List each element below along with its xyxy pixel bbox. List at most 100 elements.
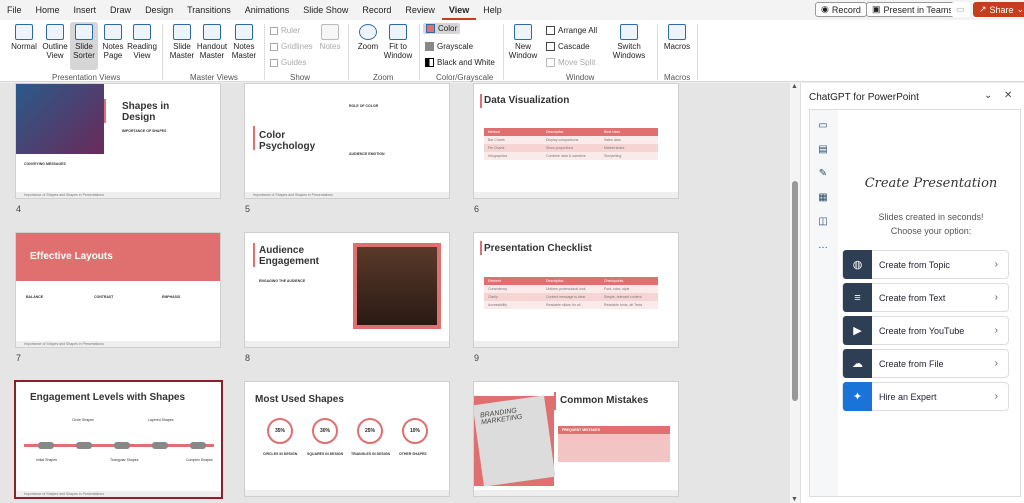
magnifier-icon [359, 24, 377, 40]
macros-button[interactable]: Macros [662, 24, 692, 51]
switch-windows-button[interactable]: Switch Windows [608, 24, 650, 60]
master-views-label: Master Views [190, 73, 238, 82]
ruler-checkbox[interactable]: Ruler [270, 26, 300, 35]
create-from-topic-button[interactable]: ◍ Create from Topic › [842, 250, 1009, 279]
divider [348, 24, 349, 80]
teams-icon: ▣ [872, 4, 881, 14]
menu-review[interactable]: Review [398, 0, 442, 20]
chevron-right-icon: › [994, 292, 998, 303]
slide-sorter-button[interactable]: Slide Sorter [70, 22, 98, 70]
note-icon[interactable]: ◫ [817, 216, 829, 228]
slide-thumbnail-5[interactable]: Color Psychology ROLE OF COLOR AUDIENCE … [244, 83, 450, 199]
color-swatch-icon [426, 24, 435, 33]
cascade-button[interactable]: Cascade [546, 42, 590, 51]
record-button[interactable]: ◉ Record [815, 2, 867, 17]
accent-bar [480, 241, 482, 255]
menu-view[interactable]: View [441, 0, 477, 20]
divider [697, 24, 698, 80]
document-icon[interactable]: ▤ [817, 144, 829, 156]
slide-subheading: IMPORTANCE OF SHAPES [122, 129, 167, 133]
accent-bar [104, 99, 106, 123]
table-header-cell: Element [488, 279, 501, 283]
normal-view-button[interactable]: Normal [9, 24, 39, 51]
gridlines-checkbox[interactable]: Gridlines [270, 42, 313, 51]
table-cell: Uniform professional look [546, 287, 586, 291]
share-button[interactable]: ↗ Share ⌄ [973, 2, 1024, 17]
create-from-youtube-button[interactable]: ▶ Create from YouTube › [842, 316, 1009, 345]
scrollbar-thumb[interactable] [792, 181, 798, 401]
outline-view-button[interactable]: Outline View [40, 24, 70, 60]
slide-master-button[interactable]: Slide Master [168, 24, 196, 60]
handout-master-button[interactable]: Handout Master [196, 24, 228, 60]
slide-thumbnail-8[interactable]: Audience Engagement ENGAGING THE AUDIENC… [244, 232, 450, 348]
move-split-button[interactable]: Move Split [546, 58, 595, 67]
arrange-all-button[interactable]: Arrange All [546, 26, 597, 35]
notes-icon [321, 24, 339, 40]
create-from-file-button[interactable]: ☁ Create from File › [842, 349, 1009, 378]
slide-number: 9 [474, 353, 480, 363]
color-button[interactable]: Color [423, 23, 461, 34]
new-window-button[interactable]: New Window [508, 24, 538, 60]
slide-thumbnail-12[interactable]: BRANDING MARKETING Common Mistakes FREQU… [473, 381, 679, 497]
menu-help[interactable]: Help [476, 0, 509, 20]
menu-slide-show[interactable]: Slide Show [296, 0, 355, 20]
pencil-icon[interactable]: ✎ [817, 168, 829, 180]
create-from-text-button[interactable]: ≡ Create from Text › [842, 283, 1009, 312]
menu-transitions[interactable]: Transitions [180, 0, 238, 20]
column-heading: EMPHASIS [162, 295, 181, 299]
slide-thumbnail-6[interactable]: Data Visualization Method Description Be… [473, 83, 679, 199]
vertical-scrollbar[interactable]: ▲ ▼ [790, 83, 800, 503]
zoom-button[interactable]: Zoom [355, 24, 381, 51]
guides-checkbox[interactable]: Guides [270, 58, 306, 67]
fit-to-window-button[interactable]: Fit to Window [382, 24, 414, 60]
branding-marketing-image: BRANDING MARKETING [474, 395, 556, 487]
menu-insert[interactable]: Insert [67, 0, 104, 20]
notes-master-button[interactable]: Notes Master [229, 24, 259, 60]
slide-thumbnail-9[interactable]: Presentation Checklist Element Descripti… [473, 232, 679, 348]
shape-heading: SQUARES IN DESIGN [307, 452, 344, 456]
slide-title: Effective Layouts [30, 251, 113, 262]
slide-footer [245, 490, 449, 496]
table-cell: Consistency [488, 287, 508, 291]
chevron-down-icon[interactable]: ⌄ [984, 90, 992, 101]
timeline-marker [76, 442, 92, 449]
scroll-down-icon[interactable]: ▼ [791, 496, 798, 503]
presentation-icon[interactable]: ▭ [817, 120, 829, 132]
reading-view-button[interactable]: Reading View [127, 24, 157, 60]
notes-button[interactable]: Notes [318, 24, 342, 51]
menu-home[interactable]: Home [29, 0, 67, 20]
slide-thumbnail-7[interactable]: Effective Layouts BALANCE CONTRAST EMPHA… [15, 232, 221, 348]
close-icon[interactable]: ✕ [1004, 90, 1012, 101]
menu-design[interactable]: Design [138, 0, 180, 20]
accent-bar [253, 243, 255, 267]
slide-number: 8 [245, 353, 251, 363]
table-cell: Market share [604, 146, 625, 150]
table-header-cell: Description [546, 130, 564, 134]
image-icon[interactable]: ▦ [817, 192, 829, 204]
accent-bar [554, 392, 556, 410]
more-icon[interactable]: … [817, 240, 829, 252]
accent-bar [253, 126, 255, 150]
comments-button[interactable]: ▭ [951, 2, 970, 17]
present-in-teams-button[interactable]: ▣ Present in Teams [866, 2, 959, 17]
window-label: Window [566, 73, 595, 82]
slide-thumbnail-11[interactable]: Most Used Shapes 35% 30% 25% 10% CIRCLES… [244, 381, 450, 497]
slide-thumbnail-10[interactable]: Engagement Levels with Shapes Initial Sh… [14, 380, 223, 499]
menu-file[interactable]: File [0, 0, 29, 20]
timeline-marker [152, 442, 168, 449]
grayscale-button[interactable]: Grayscale [425, 42, 473, 51]
hire-an-expert-button[interactable]: ✦ Hire an Expert › [842, 382, 1009, 411]
expert-icon: ✦ [843, 382, 872, 411]
slide-footer [474, 341, 678, 347]
slide-thumbnail-4[interactable]: Shapes in Design IMPORTANCE OF SHAPES CO… [15, 83, 221, 199]
black-and-white-button[interactable]: Black and White [425, 58, 495, 67]
text-lines-icon: ≡ [843, 283, 872, 312]
menu-record[interactable]: Record [355, 0, 398, 20]
scroll-up-icon[interactable]: ▲ [791, 83, 798, 90]
notes-page-button[interactable]: Notes Page [100, 24, 126, 60]
timeline-marker [114, 442, 130, 449]
slide-footer: Importance of Shapes and Shapes in Prese… [16, 341, 220, 347]
menu-draw[interactable]: Draw [103, 0, 138, 20]
slide-footer: Importance of Shapes and Shapes in Prese… [245, 192, 449, 198]
menu-animations[interactable]: Animations [238, 0, 297, 20]
